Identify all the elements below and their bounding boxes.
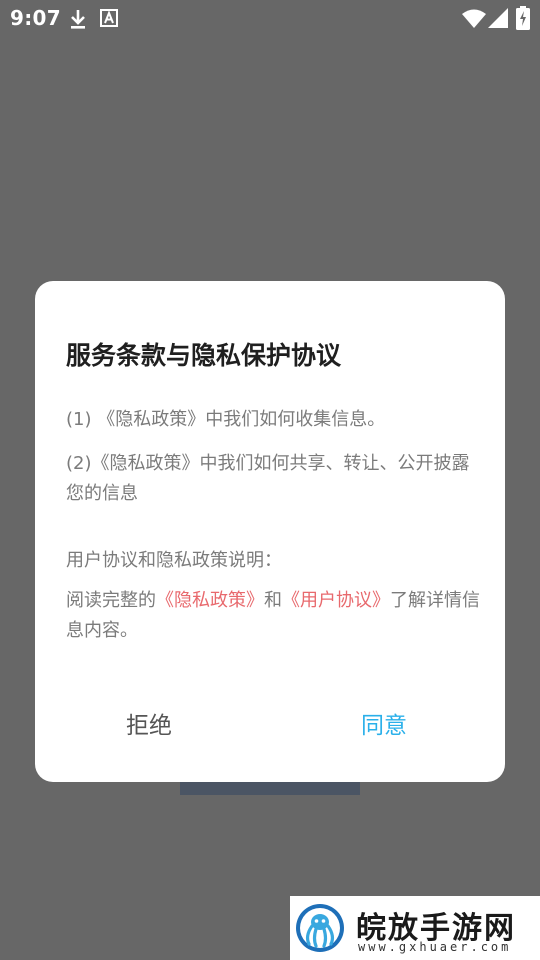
read-prefix: 阅读完整的 xyxy=(66,590,156,611)
wifi-icon xyxy=(462,9,486,28)
download-icon xyxy=(71,10,85,29)
site-watermark: 皖放手游网 www.gxhuaer.com xyxy=(290,896,540,960)
and-text: 和 xyxy=(264,590,282,611)
text-a-icon xyxy=(100,9,118,27)
signal-icon xyxy=(488,8,508,28)
dialog-body: (1) 《隐私政策》中我们如何收集信息。 (2)《隐私政策》中我们如何共享、转让… xyxy=(66,405,481,646)
refuse-button[interactable]: 拒绝 xyxy=(126,706,172,740)
status-time: 9:07 xyxy=(10,6,61,30)
privacy-item-1: (1) 《隐私政策》中我们如何收集信息。 xyxy=(66,409,386,430)
battery-charging-icon xyxy=(516,6,530,30)
privacy-policy-link[interactable]: 《隐私政策》 xyxy=(156,590,264,611)
read-instruction: 阅读完整的《隐私政策》和《用户协议》了解详情信息内容。 xyxy=(66,586,481,646)
section-heading: 用户协议和隐私政策说明： xyxy=(66,550,282,571)
privacy-item-2: (2)《隐私政策》中我们如何共享、转让、公开披露您的信息 xyxy=(66,453,470,504)
user-agreement-link[interactable]: 《用户协议》 xyxy=(282,590,390,611)
octopus-logo-icon xyxy=(296,904,344,952)
status-bar: 9:07 xyxy=(0,0,540,36)
privacy-dialog: 服务条款与隐私保护协议 (1) 《隐私政策》中我们如何收集信息。 (2)《隐私政… xyxy=(35,281,505,782)
watermark-url: www.gxhuaer.com xyxy=(358,940,512,954)
dialog-title: 服务条款与隐私保护协议 xyxy=(66,341,342,370)
agree-button[interactable]: 同意 xyxy=(361,706,407,740)
